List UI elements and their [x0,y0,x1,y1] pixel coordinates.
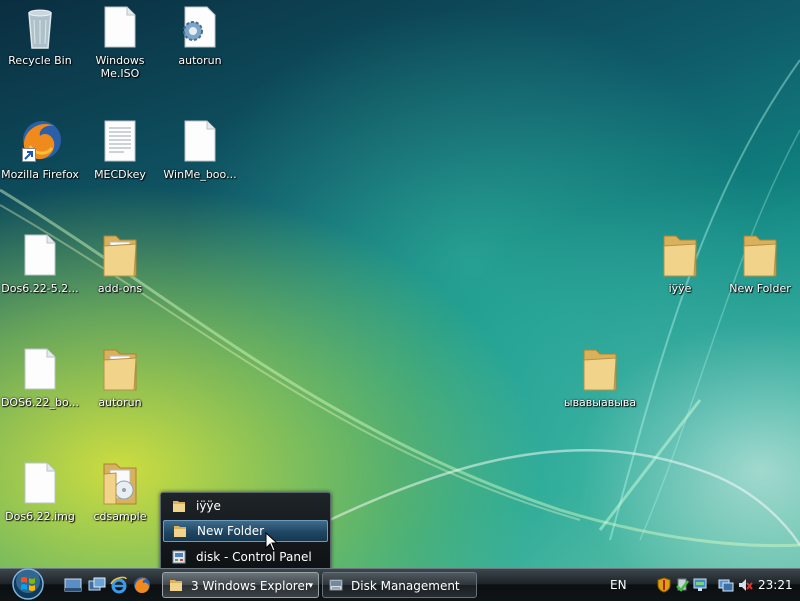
desktop-icon-winme-boot[interactable]: WinMe_boo... [160,118,240,182]
taskbar-button-label: 3 Windows Explorer [191,579,310,593]
desktop-icon-label: Dos6.22.img [5,510,75,523]
switch-windows-icon[interactable] [88,576,106,594]
popup-item-iyye[interactable]: iÿÿe [163,495,326,517]
ie-glyph [110,576,127,594]
internet-explorer-icon[interactable] [110,576,128,594]
folder-icon [583,349,617,391]
file-icon [24,462,56,504]
desktop-icon-label: DOS6.22_bo... [0,396,80,409]
taskbar-button-label: Disk Management [351,579,460,593]
taskbar: 3 Windows Explorer ▾ Disk Management EN [0,568,800,601]
popup-item-new-folder[interactable]: New Folder [163,520,328,542]
folder-icon [170,580,182,591]
desktop[interactable]: Recycle Bin Windows Me.ISO autorun Mozil… [0,0,800,568]
switch-windows-glyph [88,577,106,591]
display-icon[interactable] [718,577,734,593]
firefox-icon[interactable] [133,576,151,594]
chevron-down-icon: ▾ [308,581,313,591]
desktop-icon-mecdkey[interactable]: MECDkey [80,118,160,182]
desktop-icon-label: ывавыавыва [563,396,637,409]
folder-icon [663,235,697,277]
gear-icon [183,21,203,41]
volume-glyph [739,579,753,591]
disk-management-icon [329,579,343,591]
popup-item-label: disk - Control Panel [196,550,312,564]
desktop-icon-label: autorun [98,396,142,409]
desktop-icon-label: Dos6.22-5.2... [1,282,79,295]
network-glyph [693,578,707,591]
desktop-icon-label: add-ons [97,282,143,295]
show-desktop-glyph [64,578,82,592]
taskbar-button-windows-explorer[interactable]: 3 Windows Explorer ▾ [162,572,319,598]
desktop-icon-firefox[interactable]: Mozilla Firefox [0,118,80,182]
desktop-icon-autorun-folder[interactable]: autorun [80,346,160,410]
security-shield-icon[interactable] [656,577,672,593]
file-icon [184,120,216,162]
taskbar-button-disk-management[interactable]: Disk Management [322,572,477,598]
desktop-icon-label: cdsample [93,510,147,523]
show-desktop-icon[interactable] [64,576,82,594]
desktop-icon-label: Recycle Bin [8,54,72,67]
desktop-icon-yvayvayva[interactable]: ывавыавыва [560,346,640,410]
desktop-icon-iyye[interactable]: iÿÿe [640,232,720,296]
desktop-icon-dos622-52[interactable]: Dos6.22-5.2... [0,232,80,296]
shield-glyph [657,577,671,593]
desktop-icon-label: autorun [178,54,222,67]
folder-icon [103,349,137,391]
folder-icon [103,235,137,277]
clock[interactable]: 23:21 [758,569,793,601]
desktop-icon-autorun-exe[interactable]: autorun [160,4,240,68]
desktop-icon-dos622-boot[interactable]: DOS6.22_bo... [0,346,80,410]
control-panel-icon [172,550,186,564]
firefox-glyph [134,577,150,593]
desktop-icon-add-ons[interactable]: add-ons [80,232,160,296]
desktop-icon-cdsample[interactable]: cdsample [80,460,160,524]
popup-item-label: iÿÿe [196,499,221,513]
language-indicator[interactable]: EN [610,569,630,601]
desktop-icon-label: iÿÿe [668,282,692,295]
desktop-icon-label: WinMe_boo... [163,168,237,181]
folder-icon [173,501,185,512]
folder-cd-icon [103,463,137,505]
desktop-icon-label: MECDkey [94,168,146,181]
recycle-bin-icon [28,9,52,49]
popup-item-label: New Folder [197,524,265,538]
safely-remove-icon[interactable] [674,577,690,593]
desktop-icon-new-folder[interactable]: New Folder [720,232,800,296]
desktop-icon-label: Mozilla Firefox [1,168,79,181]
popup-item-disk-control-panel[interactable]: disk - Control Panel [163,546,326,568]
file-icon [24,348,56,390]
display-glyph [718,579,734,592]
network-icon[interactable] [692,577,708,593]
text-file-icon [104,120,136,162]
start-button[interactable] [6,567,50,601]
safely-remove-glyph [676,578,689,592]
volume-muted-icon[interactable] [737,577,753,593]
windows-logo-icon [12,568,44,600]
desktop-icon-label: New Folder [729,282,791,295]
shortcut-arrow-icon [22,148,36,162]
file-icon [104,6,136,48]
file-icon [24,234,56,276]
desktop-icon-windows-me-iso[interactable]: Windows Me.ISO [80,4,160,80]
taskbar-group-popup: iÿÿe New Folder disk - Control Panel [160,492,331,568]
desktop-icon-dos622-img[interactable]: Dos6.22.img [0,460,80,524]
folder-icon [174,526,186,537]
folder-icon [743,235,777,277]
desktop-icon-recycle-bin[interactable]: Recycle Bin [0,4,80,68]
desktop-icon-label: Windows Me.ISO [95,54,145,80]
